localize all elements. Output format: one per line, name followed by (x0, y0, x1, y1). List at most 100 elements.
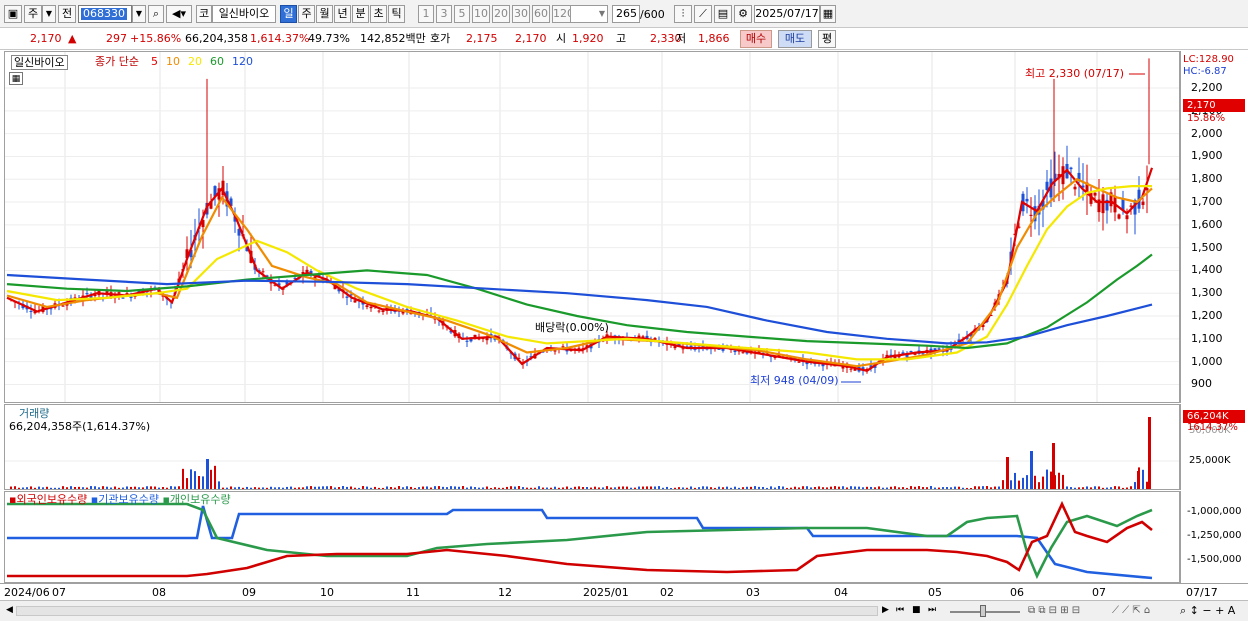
candle-body (937, 348, 941, 350)
volume-bar (1102, 487, 1104, 489)
volume-bar (946, 487, 948, 489)
zoom-slider-handle[interactable] (980, 605, 986, 617)
volume-bar (538, 486, 540, 489)
volume-bar (342, 486, 344, 489)
volume-bar (790, 487, 792, 489)
scroll-left-icon[interactable]: ◀ (6, 604, 13, 617)
low-annotation: 최저 948 (04/09) (750, 374, 839, 387)
volume-bar (926, 487, 928, 489)
interval-tab[interactable]: 1 (418, 5, 434, 23)
volume-bar (850, 486, 852, 489)
layout-tools-icon[interactable]: ⧉ ⧉ ⊟ ⊞ ⊟ (1028, 604, 1080, 617)
candle-body (117, 292, 121, 294)
zoom-tools-icon[interactable]: ⌕ ↕ − + A (1180, 604, 1235, 617)
market-dropdown-icon[interactable]: ▼ (42, 5, 56, 23)
chart-table-icon[interactable]: ▦ (9, 72, 23, 85)
stock-code-input[interactable]: 068330 (78, 5, 132, 23)
candle-body (353, 300, 357, 303)
speaker-icon[interactable]: ◀▾ (166, 5, 192, 23)
volume-bar (206, 459, 209, 489)
horizontal-scrollbar[interactable] (16, 606, 878, 616)
candle-body (577, 347, 581, 349)
volume-bar (190, 469, 192, 489)
window-menu-icon[interactable]: ▣ (4, 5, 22, 23)
volume-bar (306, 486, 308, 489)
date-input[interactable]: 2025/07/17 (754, 5, 820, 23)
buy-button[interactable]: 매수 (740, 30, 772, 48)
volume-bar (602, 487, 604, 489)
calendar-icon[interactable]: ▦ (820, 5, 836, 23)
line-tool-icon[interactable]: ⟋ (694, 5, 712, 23)
volume-bar (454, 486, 456, 489)
period-tab[interactable]: 틱 (388, 5, 405, 23)
fast-forward-icon[interactable]: ⏭ (928, 604, 936, 617)
market-select[interactable]: 주 (24, 5, 42, 23)
candle-body (1101, 194, 1105, 214)
last-pct-tag: 15.86% (1187, 113, 1226, 124)
period-tab[interactable]: 일 (280, 5, 297, 23)
save-icon[interactable]: ▤ (714, 5, 732, 23)
interval-tab[interactable]: 5 (454, 5, 470, 23)
type-toggle[interactable]: 전 (58, 5, 76, 23)
volume-bar (534, 487, 536, 489)
sell-button[interactable]: 매도 (778, 30, 812, 48)
hoga-bid: 2,170 (515, 32, 547, 45)
volume-bar (698, 487, 700, 489)
volume-bar (550, 487, 552, 489)
interval-tab[interactable]: 60 (532, 5, 550, 23)
candle-body (1029, 214, 1033, 216)
code-dropdown-icon[interactable]: ▼ (132, 5, 146, 23)
volume-bar (894, 486, 896, 489)
current-price: 2,170 (30, 32, 62, 45)
volume-bar (278, 487, 280, 489)
volume-bar (1018, 480, 1020, 489)
volume-bar (334, 487, 336, 489)
rewind-icon[interactable]: ⏮ (896, 604, 904, 617)
drawing-tools-icon[interactable]: ⟋ ⟋ ⇱ ⌂ (1112, 604, 1150, 617)
kospi-kosdaq-button[interactable]: 코 (196, 5, 212, 23)
high-annotation: 최고 2,330 (07/17) (1025, 67, 1125, 80)
volume-bar (1146, 481, 1148, 489)
volume-bar (1002, 480, 1004, 489)
count-input[interactable]: 265 (612, 5, 640, 23)
volume-bar (414, 487, 416, 489)
settings-gear-icon[interactable]: ⚙ (734, 5, 752, 23)
average-button[interactable]: 평 (818, 30, 836, 48)
volume-bar (974, 486, 976, 489)
volume-bar (778, 486, 780, 489)
interval-custom-select[interactable]: ▼ (570, 5, 608, 23)
candle-type-icon[interactable]: ⫶ (674, 5, 692, 23)
period-tab[interactable]: 분 (352, 5, 369, 23)
candle-body (381, 310, 385, 312)
volume-bar (18, 487, 20, 489)
volume-bar (290, 486, 292, 489)
volume-panel[interactable]: 거래량 66,204,358주(1,614.37%) (4, 404, 1180, 490)
scroll-right-icon[interactable]: ▶ (882, 604, 889, 617)
volume-bar (738, 487, 740, 489)
holdings-panel[interactable]: ▪외국인보유수량 ▪기관보유수량 ▪개인보유수량 (4, 491, 1180, 583)
interval-tab[interactable]: 20 (492, 5, 510, 23)
period-tab[interactable]: 년 (334, 5, 351, 23)
volume-bar (98, 487, 100, 489)
stock-name-tag[interactable]: 일신바이오 (11, 55, 68, 70)
stop-icon[interactable]: ■ (912, 604, 921, 617)
period-tab[interactable]: 주 (298, 5, 315, 23)
volume-bar (714, 487, 716, 489)
interval-tab[interactable]: 30 (512, 5, 530, 23)
interval-tab[interactable]: 10 (472, 5, 490, 23)
volume-bar (562, 487, 564, 489)
volume-bar (430, 487, 432, 489)
low-label: 저 (676, 32, 687, 45)
interval-tab[interactable]: 3 (436, 5, 452, 23)
volume-bar (646, 486, 648, 489)
search-icon[interactable]: ⌕ (148, 5, 164, 23)
candle-body (733, 350, 737, 353)
price-panel[interactable]: 일신바이오 종가 단순 5 10 20 60 120 ▦ 최고 2,330 (07/17… (4, 51, 1180, 403)
trade-amount: 142,852백만 (360, 32, 426, 45)
volume-bar (266, 487, 268, 489)
volume-axis: 50,000K 66,204K 1614.37% 25,000K (1180, 404, 1248, 490)
volume-value: 66,204,358 (185, 32, 248, 45)
period-tab[interactable]: 월 (316, 5, 333, 23)
period-tab[interactable]: 초 (370, 5, 387, 23)
count-total: /600 (640, 8, 665, 21)
